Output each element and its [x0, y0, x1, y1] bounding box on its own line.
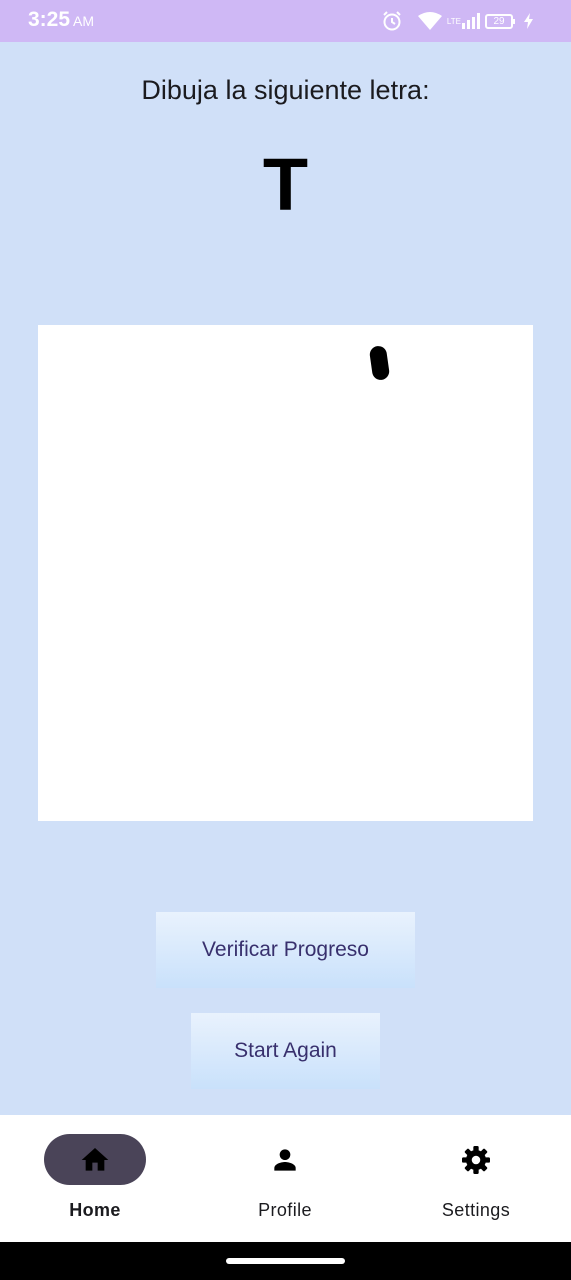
home-icon	[81, 1148, 109, 1171]
clock-time: 3:25	[28, 8, 71, 31]
nav-item-settings[interactable]: Settings	[381, 1115, 571, 1242]
clock-ampm: AM	[73, 13, 95, 29]
gear-icon	[462, 1146, 490, 1174]
person-icon	[274, 1149, 296, 1171]
charging-icon	[524, 13, 533, 29]
nav-label-profile: Profile	[258, 1200, 312, 1220]
target-letter: T	[262, 143, 309, 226]
nav-item-home[interactable]: Home	[0, 1115, 190, 1242]
status-icons: LTE 29	[373, 8, 533, 34]
network-type: LTE	[446, 16, 461, 26]
nav-label-home: Home	[69, 1200, 121, 1220]
battery-level: 29	[485, 13, 515, 29]
status-bar: 3:25 AM LTE 29	[0, 0, 571, 42]
status-time: 3:25 AM	[28, 8, 94, 32]
alarm-icon	[381, 10, 403, 32]
start-again-button[interactable]: Start Again	[191, 1013, 380, 1089]
nav-item-profile[interactable]: Profile	[190, 1115, 380, 1242]
drawing-canvas[interactable]	[38, 325, 533, 821]
drawn-stroke	[368, 344, 391, 382]
signal-icon: LTE	[447, 13, 480, 29]
bottom-navigation: Home Profile Settings	[0, 1115, 571, 1242]
drawing-prompt: Dibuja la siguiente letra:	[141, 75, 430, 105]
wifi-icon	[417, 11, 443, 31]
nav-label-settings: Settings	[441, 1200, 511, 1220]
battery-icon: 29	[485, 13, 515, 29]
main-content: Dibuja la siguiente letra: T Verificar P…	[0, 42, 571, 1115]
verify-progress-button[interactable]: Verificar Progreso	[156, 912, 415, 988]
gesture-handle[interactable]	[226, 1258, 345, 1264]
system-navigation-bar	[0, 1242, 571, 1280]
